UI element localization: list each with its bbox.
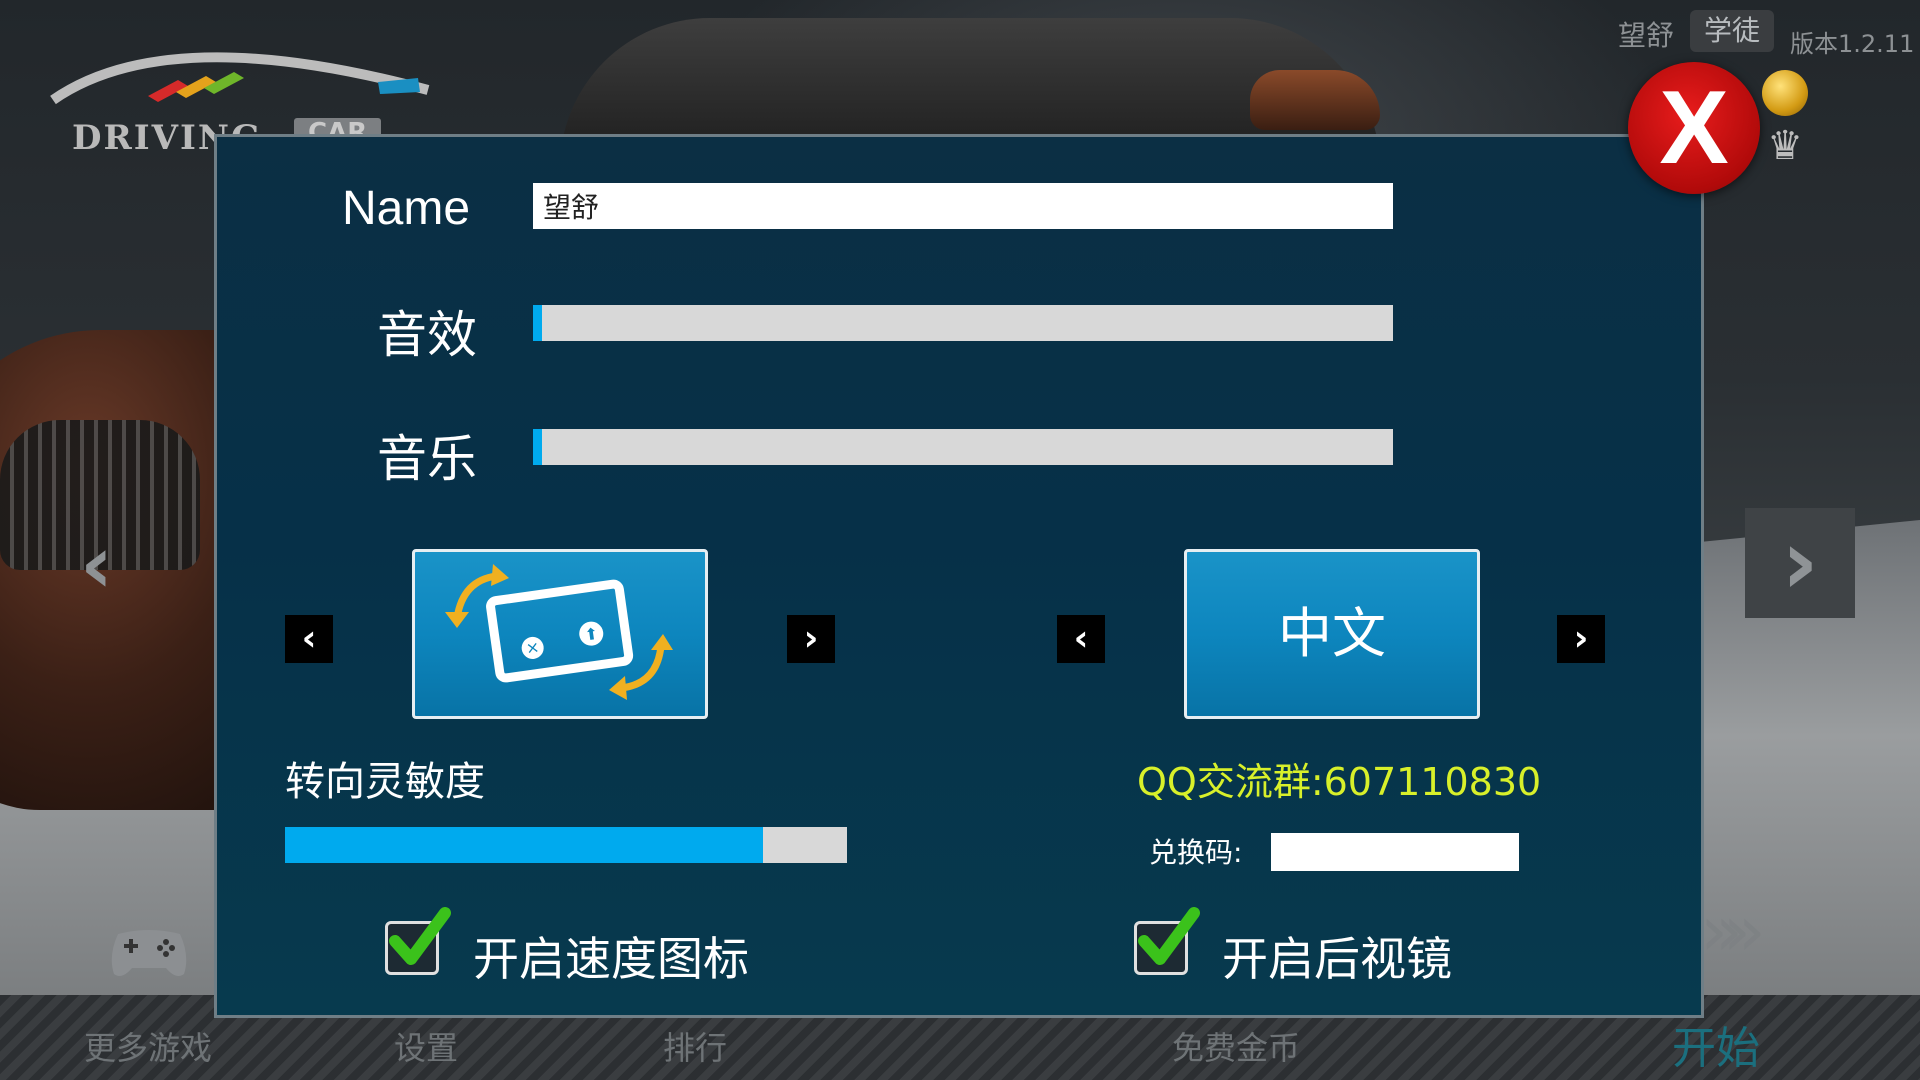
rear-mirror-label: 开启后视镜 bbox=[1222, 932, 1452, 986]
qq-group-text: QQ交流群:607110830 bbox=[1137, 760, 1542, 804]
music-fill bbox=[533, 429, 542, 465]
speed-chevrons-icon: »» bbox=[1700, 890, 1766, 972]
music-slider[interactable] bbox=[533, 429, 1393, 465]
gamepad-icon bbox=[111, 930, 187, 976]
redeem-code-field[interactable] bbox=[1271, 833, 1519, 871]
steering-sensitivity-slider[interactable] bbox=[285, 827, 847, 863]
redeem-code-label: 兑换码: bbox=[1149, 836, 1243, 869]
car-prev-button[interactable]: ‹ bbox=[80, 525, 150, 605]
music-label: 音乐 bbox=[377, 430, 477, 488]
close-icon: X bbox=[1659, 70, 1729, 186]
logo-arc-icon bbox=[50, 52, 430, 105]
control-mode-prev-button[interactable]: ‹ bbox=[285, 615, 333, 663]
sound-effects-slider[interactable] bbox=[533, 305, 1393, 341]
language-next-button[interactable]: › bbox=[1557, 615, 1605, 663]
svg-text:×: × bbox=[525, 637, 541, 658]
menu-more-games[interactable]: 更多游戏 bbox=[84, 1023, 212, 1069]
sound-effects-label: 音效 bbox=[377, 306, 477, 364]
car-side-mirror bbox=[1250, 70, 1380, 130]
menu-settings[interactable]: 设置 bbox=[394, 1023, 458, 1069]
sound-effects-fill bbox=[533, 305, 542, 341]
speedometer-label: 开启速度图标 bbox=[473, 932, 749, 986]
close-button[interactable]: X bbox=[1628, 62, 1760, 194]
rotate-device-icon: × ⬆ bbox=[445, 564, 673, 700]
settings-dialog: Name 音效 音乐 ‹ × ⬆ › ‹ 中文 › bbox=[214, 134, 1704, 1018]
menu-free-coins[interactable]: 免费金币 bbox=[1172, 1023, 1300, 1069]
rear-mirror-checkbox[interactable] bbox=[1134, 907, 1200, 979]
player-name: 望舒 bbox=[1618, 19, 1675, 52]
menu-leaderboard[interactable]: 排行 bbox=[663, 1023, 727, 1069]
version-label: 版本1.2.11 bbox=[1790, 30, 1915, 58]
name-label: Name bbox=[342, 182, 471, 235]
coin-icon bbox=[1762, 70, 1808, 116]
player-rank-badge: 学徒 bbox=[1690, 10, 1775, 52]
steering-sensitivity-label: 转向灵敏度 bbox=[285, 759, 485, 805]
language-prev-button[interactable]: ‹ bbox=[1057, 615, 1105, 663]
language-tile[interactable]: 中文 bbox=[1184, 549, 1480, 719]
control-mode-next-button[interactable]: › bbox=[787, 615, 835, 663]
control-mode-tile[interactable]: × ⬆ bbox=[412, 549, 708, 719]
car-next-button[interactable]: › bbox=[1745, 508, 1855, 618]
checkmark-icon bbox=[1138, 907, 1200, 965]
svg-text:⬆: ⬆ bbox=[583, 624, 599, 645]
menu-start[interactable]: 开始 bbox=[1672, 1012, 1760, 1076]
language-value: 中文 bbox=[1278, 602, 1386, 665]
steering-sensitivity-fill bbox=[285, 827, 763, 863]
name-field[interactable] bbox=[533, 183, 1393, 229]
crown-icon: ♛ bbox=[1767, 123, 1803, 169]
checkmark-icon bbox=[389, 907, 451, 965]
speedometer-checkbox[interactable] bbox=[385, 907, 451, 979]
